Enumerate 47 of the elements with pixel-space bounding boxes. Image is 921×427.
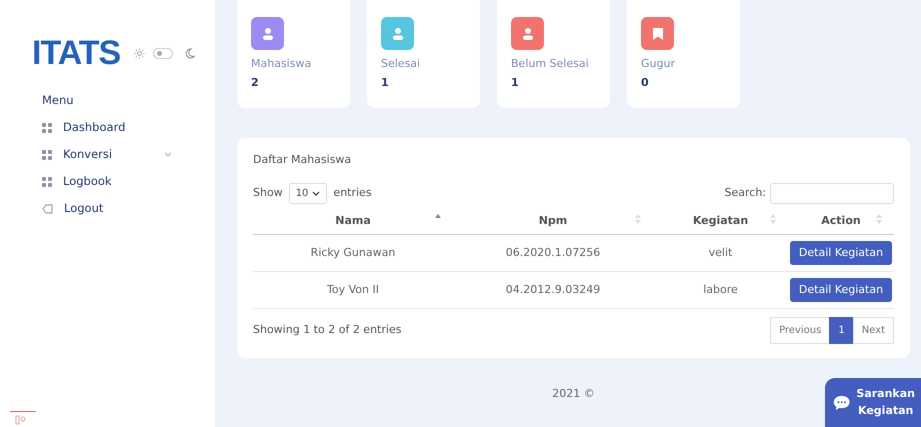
search-field[interactable] [770, 182, 894, 204]
detail-button[interactable]: Detail Kegiatan [790, 278, 892, 302]
table-title: Daftar Mahasiswa [253, 152, 352, 168]
table-info: Showing 1 to 2 of 2 entries [253, 322, 402, 338]
stat-value: 1 [511, 74, 520, 90]
stat-label: Gugur [641, 56, 676, 72]
sidebar-item[interactable]: Logout [42, 200, 172, 218]
column-header[interactable]: Kegiatan [653, 208, 788, 234]
stat-value: 0 [641, 74, 650, 90]
entries-label: entries [333, 184, 372, 201]
column-header[interactable]: Npm [453, 208, 653, 234]
page-link[interactable]: Next [852, 317, 894, 344]
table-cell-text: Ricky Gunawan [310, 244, 396, 261]
logout-icon [42, 204, 53, 214]
grid-icon [42, 150, 52, 160]
sidebar-item[interactable]: Dashboard [42, 119, 172, 136]
stat-label: Mahasiswa [251, 56, 312, 72]
page-link[interactable]: Previous [770, 317, 830, 344]
stat-label: Selesai [381, 56, 422, 72]
logo: ITATS [32, 36, 120, 70]
search-label: Search: [724, 184, 766, 201]
footer-text: 2021 © [552, 387, 595, 400]
chevron-icon [164, 152, 172, 158]
stat-label: Belum Selesai [511, 56, 590, 72]
page-link[interactable]: 1 [829, 317, 854, 344]
suggestion-button[interactable]: Sarankan Kegiatan [825, 378, 921, 427]
table-cell-text: Toy Von II [326, 282, 380, 298]
show-label: Show [253, 184, 283, 201]
app-icon [10, 411, 36, 425]
page-size-select[interactable]: 10 [288, 182, 328, 204]
table-cell-text: velit [708, 244, 734, 261]
detail-button[interactable]: Detail Kegiatan [790, 240, 892, 266]
table-cell-text: 06.2020.1.07256 [504, 244, 602, 261]
column-header[interactable]: Nama [253, 208, 453, 234]
stat-value: 2 [251, 74, 260, 90]
column-header[interactable]: Action [788, 208, 894, 234]
sidebar-item[interactable]: Logbook [42, 173, 172, 190]
table-cell-text: 04.2012.9.03249 [504, 282, 602, 298]
sidebar-item[interactable]: Konversi [42, 146, 172, 164]
theme-switch[interactable] [153, 48, 174, 58]
moon-icon [185, 48, 196, 58]
grid-icon [42, 122, 52, 133]
caret-icon [312, 190, 320, 196]
table-cell-text: labore [702, 282, 739, 298]
menu-title: Menu [41, 92, 75, 109]
stat-value: 1 [381, 74, 390, 90]
grid-icon [42, 176, 52, 187]
